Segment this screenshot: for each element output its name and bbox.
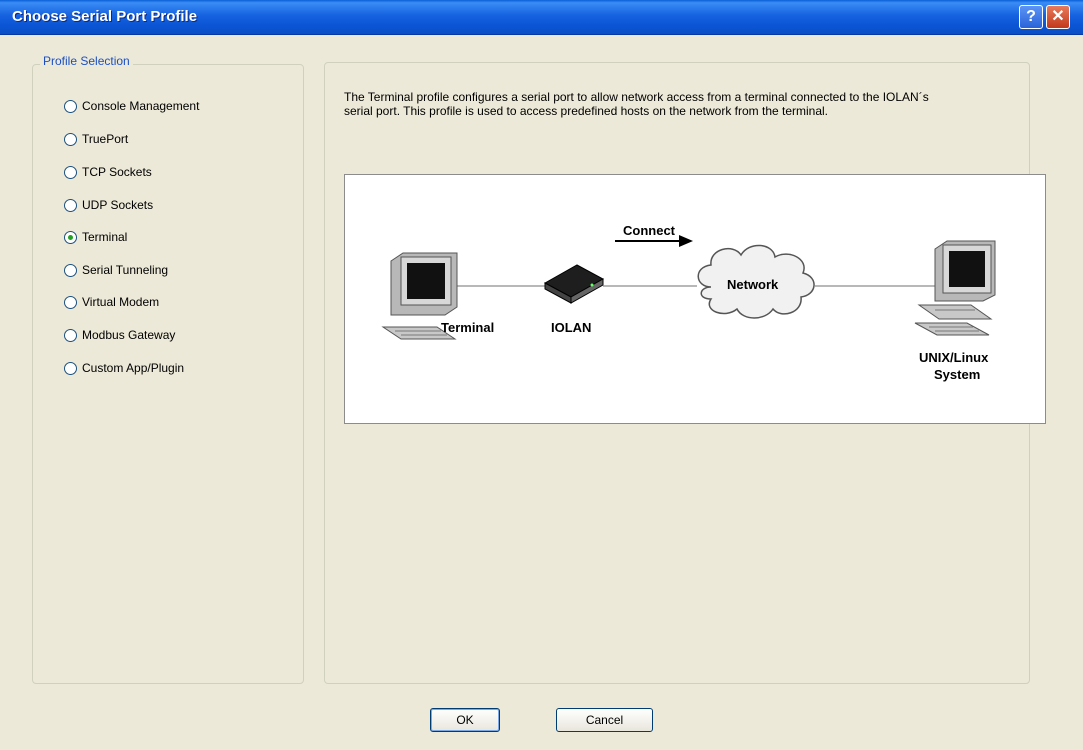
radio-console-management[interactable]: Console Management	[64, 97, 199, 115]
help-button[interactable]: ?	[1019, 5, 1043, 29]
profile-description: The Terminal profile configures a serial…	[344, 90, 1024, 118]
radio-label[interactable]: TruePort	[82, 132, 128, 146]
profile-selection-label: Profile Selection	[40, 54, 133, 68]
radio-virtual-modem[interactable]: Virtual Modem	[64, 293, 159, 311]
radio-label[interactable]: Virtual Modem	[82, 295, 159, 309]
unix-linux-system-icon	[914, 240, 996, 336]
connect-label: Connect	[623, 223, 676, 238]
radio-button-icon[interactable]	[64, 263, 77, 277]
question-mark-icon: ?	[1026, 8, 1036, 25]
radio-button-checked-icon[interactable]	[64, 230, 77, 244]
radio-button-icon[interactable]	[64, 165, 77, 179]
iolan-label: IOLAN	[551, 320, 591, 335]
radio-label[interactable]: Custom App/Plugin	[82, 361, 184, 375]
close-x-icon: ✕	[1051, 8, 1065, 25]
radio-label[interactable]: TCP Sockets	[82, 165, 152, 179]
description-line-2: serial port. This profile is used to acc…	[344, 104, 829, 118]
radio-label[interactable]: Modbus Gateway	[82, 328, 175, 342]
radio-button-icon[interactable]	[64, 132, 77, 146]
radio-button-icon[interactable]	[64, 99, 77, 113]
radio-button-icon[interactable]	[64, 361, 77, 375]
radio-custom-app-plugin[interactable]: Custom App/Plugin	[64, 359, 184, 377]
system-label-line-2: System	[934, 367, 980, 382]
radio-label[interactable]: Console Management	[82, 99, 199, 113]
network-diagram: Terminal IOLAN Connect Network UNIX/Linu…	[344, 174, 1046, 424]
iolan-device-icon	[543, 264, 605, 304]
radio-tcp-sockets[interactable]: TCP Sockets	[64, 163, 152, 181]
radio-button-icon[interactable]	[64, 295, 77, 309]
dialog-window: Choose Serial Port Profile ? ✕ Profile S…	[0, 0, 1083, 750]
radio-terminal[interactable]: Terminal	[64, 228, 127, 246]
close-button[interactable]: ✕	[1046, 5, 1070, 29]
radio-udp-sockets[interactable]: UDP Sockets	[64, 196, 153, 214]
network-label: Network	[727, 277, 779, 292]
system-label-line-1: UNIX/Linux	[919, 350, 989, 365]
description-line-1: The Terminal profile configures a serial…	[344, 90, 929, 104]
radio-label[interactable]: Terminal	[82, 230, 127, 244]
radio-label[interactable]: Serial Tunneling	[82, 263, 168, 277]
radio-button-icon[interactable]	[64, 198, 77, 212]
radio-button-icon[interactable]	[64, 328, 77, 342]
window-title: Choose Serial Port Profile	[12, 8, 198, 25]
ok-button[interactable]: OK	[430, 708, 500, 732]
radio-trueport[interactable]: TruePort	[64, 130, 128, 148]
cancel-button[interactable]: Cancel	[556, 708, 653, 732]
radio-modbus-gateway[interactable]: Modbus Gateway	[64, 326, 175, 344]
arrow-head-icon	[679, 235, 693, 247]
terminal-label: Terminal	[441, 320, 494, 335]
radio-serial-tunneling[interactable]: Serial Tunneling	[64, 261, 168, 279]
title-bar[interactable]: Choose Serial Port Profile ? ✕	[0, 0, 1083, 35]
radio-label[interactable]: UDP Sockets	[82, 198, 153, 212]
